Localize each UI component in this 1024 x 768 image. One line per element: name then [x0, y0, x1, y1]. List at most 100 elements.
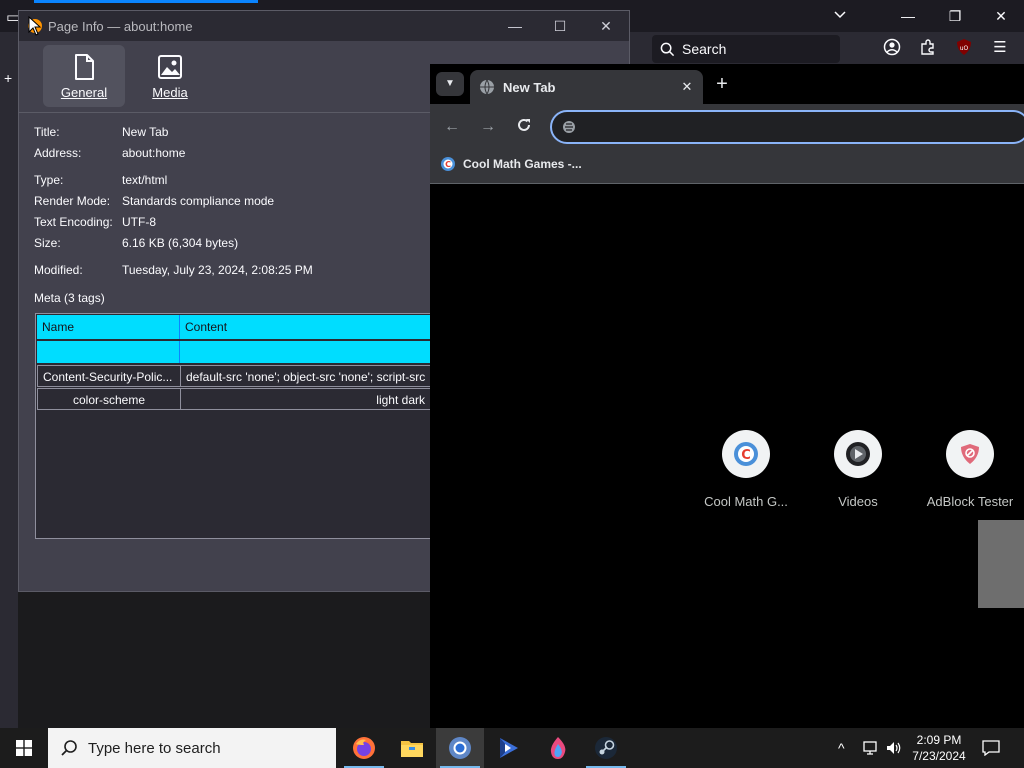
start-button[interactable]: [0, 728, 48, 768]
field-value-type: text/html: [122, 173, 168, 187]
table-cell-name[interactable]: Content-Security-Polic...: [37, 365, 181, 387]
svg-text:C: C: [741, 448, 751, 463]
field-value-title: New Tab: [122, 125, 169, 139]
windows-taskbar: Type here to search ^ 2:09 PM 7/23/2024: [0, 728, 1024, 768]
list-all-tabs-chevron-icon[interactable]: [828, 4, 852, 28]
taskbar-clock[interactable]: 2:09 PM 7/23/2024: [904, 732, 974, 764]
cell-divider: [179, 341, 180, 363]
windows-logo-icon: [16, 740, 32, 756]
menu-hamburger-icon[interactable]: ☰: [990, 38, 1010, 58]
forward-arrow-icon[interactable]: →: [478, 117, 498, 137]
field-label-modified: Modified:: [34, 263, 83, 277]
table-cell-content[interactable]: light dark: [180, 388, 430, 410]
field-label-title: Title:: [34, 125, 60, 139]
tab-general-label: General: [60, 85, 108, 100]
shortcut-label: Videos: [838, 494, 878, 509]
clock-time: 2:09 PM: [916, 733, 962, 747]
address-bar[interactable]: [550, 110, 1024, 144]
video-player-icon: [500, 738, 518, 758]
field-label-type: Type:: [34, 173, 64, 187]
flame-icon: [550, 737, 566, 759]
bookmarks-bar: C Cool Math Games -...: [430, 150, 1024, 184]
meta-section-title: Meta (3 tags): [34, 291, 105, 305]
taskbar-app-file-explorer[interactable]: [388, 728, 436, 768]
page-info-maximize-icon[interactable]: ☐: [548, 14, 572, 38]
field-value-render-mode: Standards compliance mode: [122, 194, 275, 208]
column-header-content[interactable]: Content: [180, 315, 430, 339]
field-label-render-mode: Render Mode:: [34, 194, 111, 208]
volume-icon[interactable]: [885, 728, 903, 768]
tab-general[interactable]: General: [43, 45, 125, 107]
shortcut-adblock-tester[interactable]: AdBlock Tester: [914, 430, 1024, 509]
field-value-text-encoding: UTF-8: [122, 215, 156, 229]
steam-icon: [595, 737, 617, 759]
globe-icon: [480, 79, 494, 95]
field-label-size: Size:: [34, 236, 61, 250]
show-hidden-icons-chevron-icon[interactable]: ^: [838, 728, 845, 768]
taskbar-app-flame[interactable]: [534, 728, 582, 768]
field-value-address: about:home: [122, 146, 186, 160]
taskbar-search-placeholder: Type here to search: [88, 739, 221, 757]
background-browser-sidebar: [0, 64, 18, 728]
column-header-name[interactable]: Name: [37, 315, 180, 339]
folder-icon: [401, 741, 423, 757]
page-info-window-title: Page Info — about:home: [48, 18, 193, 34]
network-icon[interactable]: [862, 728, 880, 768]
field-label-address: Address:: [34, 146, 82, 160]
table-cell-content[interactable]: default-src 'none'; object-src 'none'; s…: [180, 365, 430, 387]
meta-table[interactable]: Name Content Content-Security-Polic... d…: [35, 313, 431, 539]
page-info-close-icon[interactable]: ✕: [594, 14, 618, 38]
extensions-puzzle-icon[interactable]: [918, 38, 938, 58]
bookmark-label: Cool Math Games -...: [463, 157, 582, 171]
chrome-tab-strip: ▼ New Tab ✕ +: [430, 64, 1024, 104]
taskbar-app-chrome[interactable]: [436, 728, 484, 768]
coolmath-icon: C: [734, 442, 758, 466]
reload-icon[interactable]: [514, 117, 534, 137]
chrome-tab-title: New Tab: [503, 79, 556, 95]
bookmark-cool-math-games[interactable]: C Cool Math Games -...: [440, 156, 582, 172]
tab-close-icon[interactable]: ✕: [677, 79, 697, 95]
chromium-icon: [449, 737, 471, 759]
close-icon[interactable]: ✕: [989, 4, 1013, 28]
table-row-selected[interactable]: [37, 341, 430, 363]
shortcut-label: AdBlock Tester: [926, 494, 1014, 509]
google-lens-icon: [563, 121, 575, 133]
shortcut-videos[interactable]: Videos: [802, 430, 914, 509]
minimize-icon[interactable]: —: [896, 4, 920, 28]
page-info-titlebar[interactable]: Page Info — about:home — ☐ ✕: [19, 11, 629, 41]
svg-text:uO: uO: [960, 45, 969, 52]
taskbar-app-video-player[interactable]: [484, 728, 532, 768]
ublock-origin-icon[interactable]: uO: [954, 38, 974, 58]
taskbar-app-steam[interactable]: [582, 728, 630, 768]
taskbar-app-firefox[interactable]: [340, 728, 388, 768]
shortcut-label: Cool Math G...: [704, 494, 788, 509]
notifications-icon[interactable]: [982, 728, 1000, 768]
side-panel-handle[interactable]: [978, 520, 1024, 608]
new-tab-plus-icon[interactable]: +: [712, 74, 732, 94]
taskbar-search-box[interactable]: Type here to search: [48, 728, 336, 768]
chrome-toolbar: ← →: [430, 104, 1024, 150]
tab-search-chevron-icon[interactable]: ▼: [436, 72, 464, 96]
field-value-modified: Tuesday, July 23, 2024, 2:08:25 PM: [122, 263, 313, 277]
new-tab-plus-icon[interactable]: +: [4, 70, 12, 86]
account-icon[interactable]: [882, 38, 902, 58]
shortcut-cool-math-games[interactable]: C Cool Math G...: [690, 430, 802, 509]
document-icon: [75, 54, 94, 80]
table-cell-name[interactable]: color-scheme: [37, 388, 181, 410]
field-value-size: 6.16 KB (6,304 bytes): [122, 236, 239, 250]
clock-date: 7/23/2024: [912, 749, 966, 763]
coolmath-favicon-icon: C: [441, 157, 455, 171]
page-info-minimize-icon[interactable]: —: [503, 14, 527, 38]
chrome-window: ▼ New Tab ✕ + ← → C Cool Math Games -...…: [430, 64, 1024, 728]
back-arrow-icon[interactable]: ←: [442, 117, 462, 137]
chrome-tab-new-tab[interactable]: New Tab ✕: [470, 70, 703, 104]
restore-icon[interactable]: ❐: [943, 4, 967, 28]
search-icon: [660, 42, 675, 56]
search-box[interactable]: Search: [652, 35, 840, 63]
firefox-icon: [353, 737, 375, 759]
tab-media[interactable]: Media: [129, 45, 211, 107]
svg-text:C: C: [445, 160, 451, 169]
play-icon: [846, 442, 870, 466]
image-icon: [158, 55, 182, 79]
tab-media-label: Media: [152, 85, 188, 100]
